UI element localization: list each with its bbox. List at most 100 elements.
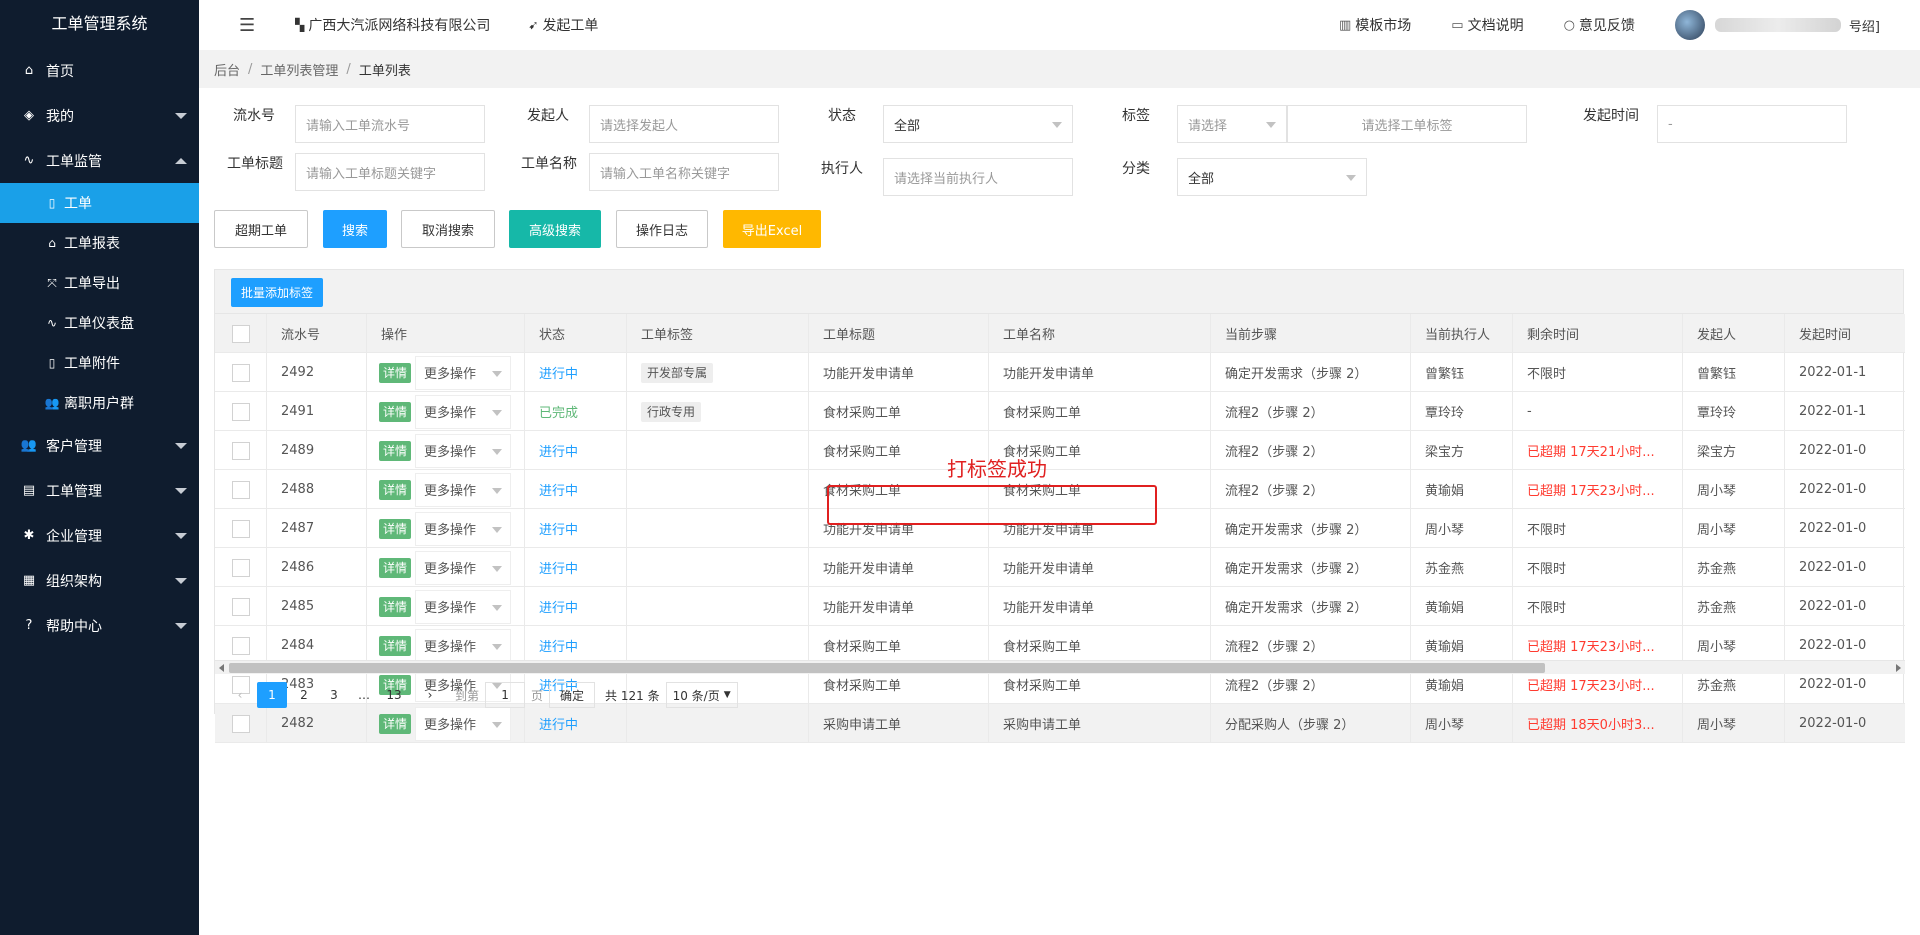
page-size-select[interactable]: 10 条/页 ▼: [665, 682, 738, 708]
overdue-tickets-button[interactable]: 超期工单: [214, 210, 308, 248]
feedback-link[interactable]: ○ 意见反馈: [1564, 15, 1635, 35]
title-input[interactable]: 请输入工单标题关键字: [295, 153, 485, 191]
detail-button[interactable]: 详情: [379, 596, 412, 617]
detail-button[interactable]: 详情: [379, 518, 412, 539]
operation-log-button[interactable]: 操作日志: [616, 210, 708, 248]
template-market-link[interactable]: ▥ 模板市场: [1339, 15, 1411, 35]
row-checkbox[interactable]: [231, 636, 250, 655]
tag-select[interactable]: 请选择: [1177, 105, 1287, 143]
batch-add-tag-button[interactable]: 批量添加标签: [231, 278, 323, 307]
sidebar-item-help[interactable]: ? 帮助中心: [0, 603, 199, 648]
sidebar-subitem-export[interactable]: ⤧ 工单导出: [0, 263, 199, 303]
docs-link[interactable]: ▭ 文档说明: [1451, 15, 1523, 35]
chevron-down-icon: [492, 370, 503, 377]
serial-input[interactable]: 请输入工单流水号: [295, 105, 485, 143]
detail-button[interactable]: 详情: [379, 713, 412, 734]
table-cell: [627, 509, 809, 548]
column-header[interactable]: 流水号: [267, 314, 367, 353]
column-header[interactable]: 工单标签: [627, 314, 809, 353]
executor-input[interactable]: 请选择当前执行人: [883, 158, 1073, 196]
sidebar-subitem-dashboard[interactable]: ∿ 工单仪表盘: [0, 303, 199, 343]
table-row[interactable]: 2492 详情 更多操作 进行中 开发部专属 功能开发申请单 功能开发申请单 确定开发需求（步…: [215, 353, 1905, 392]
column-header[interactable]: 发起人: [1683, 314, 1785, 353]
more-actions-dropdown[interactable]: 更多操作: [415, 511, 512, 546]
sidebar-item-enterprise[interactable]: ✱ 企业管理: [0, 513, 199, 558]
table-row[interactable]: 2486 详情 更多操作 进行中 功能开发申请单 功能开发申请单 确定开发需求（步骤 2）苏…: [215, 548, 1905, 587]
row-checkbox[interactable]: [231, 714, 250, 733]
more-actions-dropdown[interactable]: 更多操作: [415, 550, 512, 585]
sidebar-item-ticket-management[interactable]: ▤ 工单管理: [0, 468, 199, 513]
detail-button[interactable]: 详情: [379, 479, 412, 500]
row-checkbox[interactable]: [231, 441, 250, 460]
sidebar-item-organization[interactable]: ▦ 组织架构: [0, 558, 199, 603]
sidebar-subitem-attachments[interactable]: ▯ 工单附件: [0, 343, 199, 383]
breadcrumb-item[interactable]: 工单列表管理: [260, 60, 338, 79]
table-cell: 周小琴: [1683, 509, 1785, 548]
goto-confirm-button[interactable]: 确定: [549, 682, 596, 708]
detail-button[interactable]: 详情: [379, 440, 412, 461]
company-switcher[interactable]: ▚ 广西大汽派网络科技有限公司: [295, 15, 490, 35]
column-header[interactable]: 状态: [525, 314, 627, 353]
horizontal-scrollbar[interactable]: [215, 660, 1905, 674]
more-actions-dropdown[interactable]: 更多操作: [415, 355, 512, 390]
row-checkbox[interactable]: [231, 363, 250, 382]
sidebar-subitem-resigned-users[interactable]: 👥 离职用户群: [0, 383, 199, 423]
username-blurred[interactable]: [1714, 18, 1841, 32]
export-excel-button[interactable]: 导出Excel: [723, 210, 821, 248]
sidebar-subitem-report[interactable]: ⌂ 工单报表: [0, 223, 199, 263]
column-header[interactable]: 发起时间: [1785, 314, 1905, 353]
sidebar-item-mine[interactable]: ◈ 我的: [0, 93, 199, 138]
table-row[interactable]: 2489 详情 更多操作 进行中 食材采购工单 食材采购工单 流程2（步骤 2） 梁宝方 已超期…: [215, 431, 1905, 470]
row-checkbox[interactable]: [231, 558, 250, 577]
column-header[interactable]: 当前执行人: [1411, 314, 1513, 353]
next-page-icon[interactable]: ›: [417, 682, 443, 708]
menu-toggle-icon[interactable]: ☰: [239, 15, 255, 36]
sidebar-item-ticket-supervision[interactable]: ∿ 工单监管: [0, 138, 199, 183]
column-header[interactable]: 剩余时间: [1513, 314, 1683, 353]
category-select[interactable]: 全部: [1177, 158, 1367, 196]
row-checkbox[interactable]: [231, 402, 250, 421]
more-actions-dropdown[interactable]: 更多操作: [415, 394, 512, 429]
page-number[interactable]: 3: [321, 682, 347, 708]
column-header[interactable]: 当前步骤: [1211, 314, 1411, 353]
launch-ticket-link[interactable]: ➹ 发起工单: [528, 15, 598, 35]
avatar[interactable]: [1674, 10, 1705, 40]
sidebar-item-customers[interactable]: 👥 客户管理: [0, 423, 199, 468]
status-select[interactable]: 全部: [883, 105, 1073, 143]
advanced-search-button[interactable]: 高级搜索: [509, 210, 601, 248]
column-header[interactable]: 工单名称: [989, 314, 1211, 353]
breadcrumb-item[interactable]: 后台: [214, 60, 240, 79]
scroll-right-icon[interactable]: [1896, 664, 1901, 672]
sidebar-item-home[interactable]: ⌂ 首页: [0, 48, 199, 93]
page-number[interactable]: 2: [291, 682, 317, 708]
status-badge: 进行中: [539, 718, 579, 733]
more-actions-dropdown[interactable]: 更多操作: [415, 628, 512, 663]
detail-button[interactable]: 详情: [379, 362, 412, 383]
table-row[interactable]: 2485 详情 更多操作 进行中 功能开发申请单 功能开发申请单 确定开发需求（步骤 2）黄…: [215, 587, 1905, 626]
detail-button[interactable]: 详情: [379, 557, 412, 578]
start-time-input[interactable]: -: [1657, 105, 1847, 143]
scrollbar-thumb[interactable]: [229, 663, 1545, 673]
page-number[interactable]: 1: [257, 682, 287, 708]
detail-button[interactable]: 详情: [379, 401, 412, 422]
more-actions-dropdown[interactable]: 更多操作: [415, 433, 512, 468]
initiator-input[interactable]: 请选择发起人: [589, 105, 779, 143]
goto-page-input[interactable]: 1: [485, 682, 526, 708]
cancel-search-button[interactable]: 取消搜索: [401, 210, 495, 248]
column-header[interactable]: 工单标题: [809, 314, 989, 353]
tag-input[interactable]: 请选择工单标签: [1287, 105, 1527, 143]
row-checkbox[interactable]: [231, 480, 250, 499]
name-input[interactable]: 请输入工单名称关键字: [589, 153, 779, 191]
select-all-checkbox[interactable]: [231, 324, 250, 343]
page-number[interactable]: 13: [381, 682, 407, 708]
sidebar-subitem-ticket[interactable]: ▯ 工单: [0, 183, 199, 223]
prev-page-icon[interactable]: ‹: [227, 682, 253, 708]
row-checkbox[interactable]: [231, 519, 250, 538]
scroll-left-icon[interactable]: [219, 664, 224, 672]
more-actions-dropdown[interactable]: 更多操作: [415, 472, 512, 507]
table-row[interactable]: 2491 详情 更多操作 已完成 行政专用 食材采购工单 食材采购工单 流程2（步骤 2） 覃玲…: [215, 392, 1905, 431]
more-actions-dropdown[interactable]: 更多操作: [415, 589, 512, 624]
row-checkbox[interactable]: [231, 597, 250, 616]
search-button[interactable]: 搜索: [323, 210, 387, 248]
detail-button[interactable]: 详情: [379, 635, 412, 656]
